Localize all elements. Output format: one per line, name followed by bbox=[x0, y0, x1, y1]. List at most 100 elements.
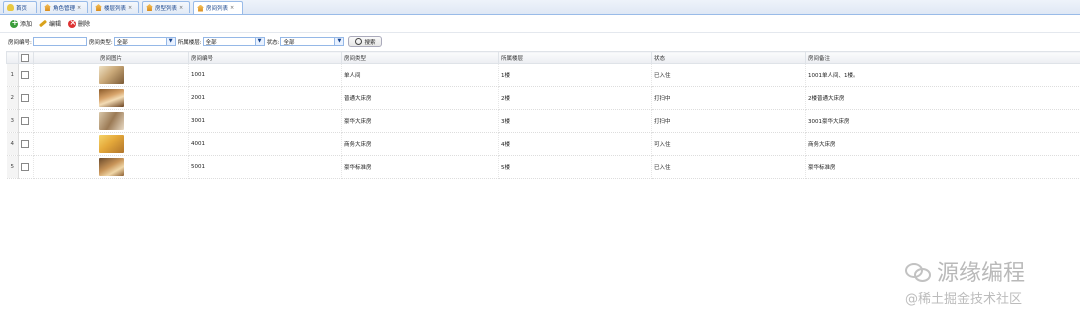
room-image-cell bbox=[33, 155, 189, 179]
row-number: 3 bbox=[6, 109, 19, 133]
close-icon[interactable]: × bbox=[230, 5, 234, 11]
col-header-room-type[interactable]: 房间类型 bbox=[341, 51, 499, 64]
search-bar: 房间编号: 房间类型: 全部 ▼ 所属楼层: 全部 ▼ 状态: 全部 ▼ 搜索 bbox=[0, 35, 1080, 48]
tab-room-list[interactable]: 房间列表 × bbox=[193, 1, 243, 14]
status-select[interactable]: 全部 ▼ bbox=[280, 37, 345, 46]
tab-label: 角色管理 bbox=[53, 5, 76, 12]
select-all-checkbox[interactable] bbox=[21, 53, 29, 62]
col-header-room-no[interactable]: 房间编号 bbox=[188, 51, 342, 64]
row-number: 4 bbox=[6, 132, 19, 156]
floor-label: 所属楼层: bbox=[177, 39, 202, 46]
chevron-down-icon[interactable]: ▼ bbox=[254, 38, 264, 45]
tab-label: 房间列表 bbox=[206, 6, 229, 12]
row-checkbox[interactable] bbox=[21, 71, 29, 79]
search-button-label: 搜索 bbox=[364, 39, 376, 46]
row-checkbox[interactable] bbox=[21, 117, 29, 125]
house-icon bbox=[146, 4, 153, 11]
cell-floor: 3楼 bbox=[498, 109, 652, 133]
status-value: 全部 bbox=[283, 39, 295, 46]
tab-room-type-list[interactable]: 房型列表 × bbox=[142, 1, 190, 13]
room-image-cell bbox=[33, 132, 189, 156]
house-icon bbox=[95, 4, 102, 11]
table-row[interactable]: 4 4001 商务大床房 4楼 可入住 商务大床房 bbox=[6, 132, 1080, 156]
row-checkbox-cell bbox=[18, 132, 34, 156]
close-icon[interactable]: × bbox=[179, 5, 183, 11]
watermark-site: @稀土掘金技术社区 bbox=[905, 292, 1023, 307]
tab-bar: 首页 角色管理 × 楼层列表 × 房型列表 × 房间列表 × bbox=[0, 0, 1080, 15]
cell-status: 已入住 bbox=[651, 63, 806, 87]
table-row[interactable]: 1 1001 单人间 1楼 已入住 1001单人间、1楼。 bbox=[6, 63, 1080, 87]
room-thumbnail bbox=[98, 66, 124, 84]
col-header-remark[interactable]: 房间备注 bbox=[805, 51, 1080, 64]
room-thumbnail bbox=[98, 135, 124, 153]
tab-label: 首页 bbox=[16, 5, 28, 12]
cell-room-type: 商务大床房 bbox=[341, 132, 499, 156]
table-row[interactable]: 2 2001 普通大床房 2楼 打扫中 2楼普通大床房 bbox=[6, 86, 1080, 110]
tab-role-management[interactable]: 角色管理 × bbox=[40, 1, 88, 13]
cell-room-type: 豪华标准房 bbox=[341, 155, 499, 179]
delete-icon bbox=[68, 18, 76, 28]
room-type-label: 房间类型: bbox=[88, 39, 113, 46]
delete-button[interactable]: 删除 bbox=[68, 18, 91, 28]
row-number: 2 bbox=[6, 86, 19, 110]
cell-floor: 1楼 bbox=[498, 63, 652, 87]
room-thumbnail bbox=[98, 158, 124, 176]
room-image-cell bbox=[33, 86, 189, 110]
close-icon[interactable]: × bbox=[128, 5, 132, 11]
row-checkbox[interactable] bbox=[21, 163, 29, 171]
cell-remark: 豪华标准房 bbox=[805, 155, 1080, 179]
bulb-icon bbox=[7, 4, 14, 11]
chevron-down-icon[interactable]: ▼ bbox=[165, 38, 175, 45]
col-header-floor[interactable]: 所属楼层 bbox=[498, 51, 652, 64]
house-icon bbox=[197, 4, 204, 12]
row-number: 1 bbox=[6, 63, 19, 87]
watermark-brand-text: 源缘编程 bbox=[937, 261, 1026, 286]
cell-room-type: 单人间 bbox=[341, 63, 499, 87]
row-checkbox-cell bbox=[18, 109, 34, 133]
col-header-image[interactable]: 房间图片 bbox=[33, 51, 189, 64]
delete-label: 删除 bbox=[78, 21, 91, 28]
row-checkbox-cell bbox=[18, 63, 34, 87]
search-button[interactable]: 搜索 bbox=[348, 36, 383, 47]
add-label: 添加 bbox=[20, 21, 33, 28]
room-image-cell bbox=[33, 109, 189, 133]
cell-remark: 2楼普通大床房 bbox=[805, 86, 1080, 110]
room-no-input[interactable] bbox=[32, 37, 87, 46]
cell-floor: 2楼 bbox=[498, 86, 652, 110]
house-icon bbox=[44, 4, 51, 11]
cell-status: 打扫中 bbox=[651, 109, 806, 133]
cell-room-no: 4001 bbox=[188, 132, 342, 156]
room-type-select[interactable]: 全部 ▼ bbox=[113, 37, 176, 46]
room-image-cell bbox=[33, 63, 189, 87]
cell-remark: 3001豪华大床房 bbox=[805, 109, 1080, 133]
status-label: 状态: bbox=[266, 39, 280, 46]
tab-home[interactable]: 首页 bbox=[3, 1, 37, 13]
row-checkbox-cell bbox=[18, 155, 34, 179]
edit-button[interactable]: 编辑 bbox=[38, 19, 62, 28]
floor-value: 全部 bbox=[205, 39, 217, 46]
row-number: 5 bbox=[6, 155, 19, 179]
chevron-down-icon[interactable]: ▼ bbox=[334, 38, 344, 45]
watermark-brand: 源缘编程 bbox=[905, 255, 1025, 287]
floor-select[interactable]: 全部 ▼ bbox=[202, 37, 265, 46]
edit-label: 编辑 bbox=[49, 21, 62, 28]
cell-remark: 1001单人间、1楼。 bbox=[805, 63, 1080, 87]
cell-floor: 5楼 bbox=[498, 155, 652, 179]
close-icon[interactable]: × bbox=[77, 5, 81, 11]
header-row: 房间图片 房间编号 房间类型 所属楼层 状态 房间备注 bbox=[6, 51, 1080, 64]
cell-room-no: 2001 bbox=[188, 86, 342, 110]
row-checkbox-cell bbox=[18, 86, 34, 110]
add-button[interactable]: 添加 bbox=[10, 18, 33, 28]
table-row[interactable]: 5 5001 豪华标准房 5楼 已入住 豪华标准房 bbox=[6, 155, 1080, 179]
room-thumbnail bbox=[98, 112, 124, 130]
wechat-icon bbox=[905, 261, 931, 282]
col-header-status[interactable]: 状态 bbox=[651, 51, 806, 64]
row-checkbox[interactable] bbox=[21, 94, 29, 102]
cell-status: 已入住 bbox=[651, 155, 806, 179]
search-icon bbox=[355, 38, 363, 45]
row-checkbox[interactable] bbox=[21, 140, 29, 148]
tab-floor-list[interactable]: 楼层列表 × bbox=[91, 1, 139, 13]
table-row[interactable]: 3 3001 豪华大床房 3楼 打扫中 3001豪华大床房 bbox=[6, 109, 1080, 133]
room-thumbnail bbox=[98, 89, 124, 107]
rownum-header bbox=[6, 51, 19, 64]
